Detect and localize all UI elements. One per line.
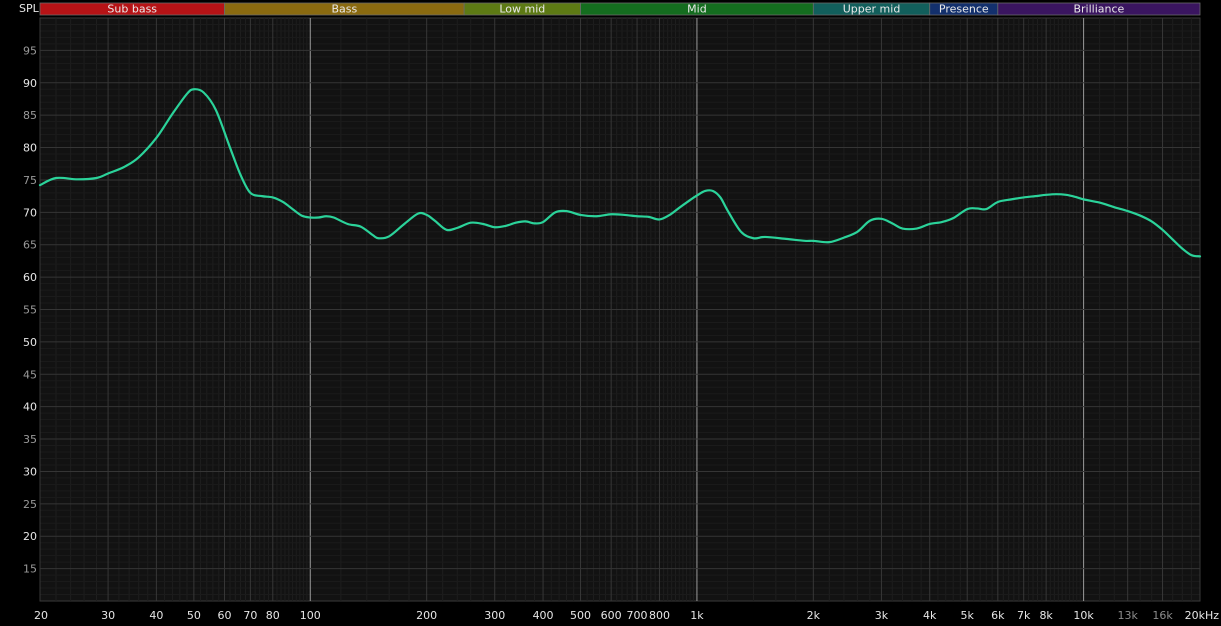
band-label: Presence bbox=[939, 3, 989, 16]
x-tick-label: 800 bbox=[649, 609, 670, 622]
y-tick-label: 70 bbox=[23, 206, 37, 219]
frequency-band-strip: Sub bass Bass Low mid Mid Upper mid Presence B… bbox=[39, 3, 1201, 16]
y-tick-label: 50 bbox=[23, 336, 37, 349]
x-tick-label: 2k bbox=[807, 609, 821, 622]
y-tick-label: 45 bbox=[23, 368, 37, 381]
x-tick-label: 20kHz bbox=[1185, 609, 1220, 622]
frequency-response-chart: Sub bass Bass Low mid Mid Upper mid Presence B… bbox=[0, 0, 1221, 626]
y-tick-label: 30 bbox=[23, 465, 37, 478]
x-tick-label: 30 bbox=[101, 609, 115, 622]
x-tick-label: 100 bbox=[300, 609, 321, 622]
band-label: Mid bbox=[687, 3, 707, 16]
x-tick-label: 300 bbox=[484, 609, 505, 622]
y-axis-label: SPL bbox=[19, 2, 40, 15]
y-tick-label: 60 bbox=[23, 271, 37, 284]
x-tick-label: 7k bbox=[1017, 609, 1031, 622]
band-label: Sub bass bbox=[107, 3, 157, 16]
y-tick-label: 55 bbox=[23, 304, 37, 317]
x-tick-label: 200 bbox=[416, 609, 437, 622]
y-tick-label: 20 bbox=[23, 530, 37, 543]
x-tick-label: 60 bbox=[217, 609, 231, 622]
y-tick-label: 65 bbox=[23, 239, 37, 252]
y-tick-label: 95 bbox=[23, 44, 37, 57]
y-tick-label: 25 bbox=[23, 498, 37, 511]
x-tick-label: 80 bbox=[266, 609, 280, 622]
y-tick-label: 75 bbox=[23, 174, 37, 187]
x-tick-label: 70 bbox=[243, 609, 257, 622]
y-tick-label: 80 bbox=[23, 142, 37, 155]
x-tick-label: 500 bbox=[570, 609, 591, 622]
x-tick-label: 700 bbox=[627, 609, 648, 622]
x-tick-label: 600 bbox=[601, 609, 622, 622]
x-tick-label: 6k bbox=[991, 609, 1005, 622]
x-tick-label: 8k bbox=[1039, 609, 1053, 622]
band-label: Bass bbox=[331, 3, 357, 16]
x-tick-label: 400 bbox=[533, 609, 554, 622]
band-label: Brilliance bbox=[1073, 3, 1124, 16]
y-tick-label: 90 bbox=[23, 77, 37, 90]
x-tick-label: 20 bbox=[34, 609, 48, 622]
y-tick-label: 40 bbox=[23, 401, 37, 414]
band-label: Upper mid bbox=[843, 3, 901, 16]
x-tick-label: 1k bbox=[690, 609, 704, 622]
x-tick-label: 40 bbox=[149, 609, 163, 622]
x-tick-label: 16k bbox=[1152, 609, 1173, 622]
x-tick-label: 50 bbox=[187, 609, 201, 622]
y-tick-label: 15 bbox=[23, 563, 37, 576]
x-tick-label: 10k bbox=[1073, 609, 1094, 622]
x-tick-label: 13k bbox=[1117, 609, 1138, 622]
y-tick-label: 35 bbox=[23, 433, 37, 446]
y-tick-label: 85 bbox=[23, 109, 37, 122]
x-tick-label: 3k bbox=[875, 609, 889, 622]
x-tick-label: 4k bbox=[923, 609, 937, 622]
x-tick-label: 5k bbox=[961, 609, 975, 622]
band-label: Low mid bbox=[499, 3, 545, 16]
